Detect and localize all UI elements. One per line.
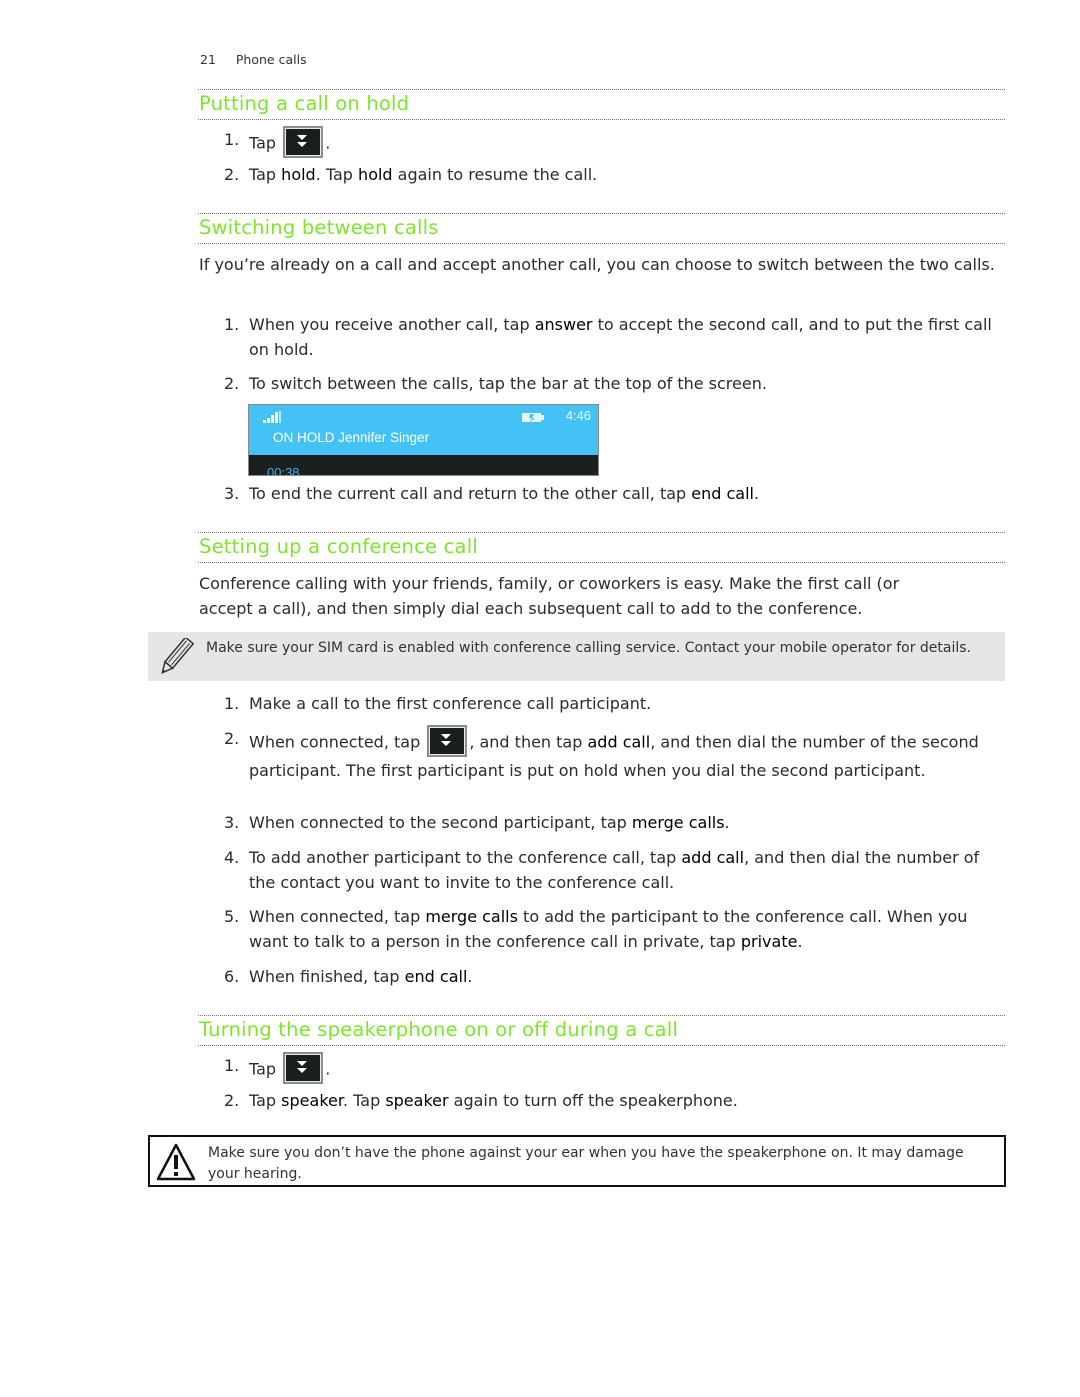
expand-menu-icon [427, 725, 468, 757]
keyword: merge calls [425, 907, 518, 926]
note-text: Make sure your SIM card is enabled with … [206, 640, 971, 656]
section-title-conference: Setting up a conference call [199, 535, 478, 558]
signal-strength-icon [263, 411, 281, 423]
divider [198, 89, 1005, 90]
warning-text: Make sure you don’t have the phone again… [208, 1145, 964, 1182]
list-item: 2. Tap speaker. Tap speaker again to tur… [224, 1091, 738, 1110]
list-item: 5. When connected, tap merge calls to ad… [224, 907, 968, 951]
list-item: 3. When connected to the second particip… [224, 813, 730, 832]
keyword: merge calls [631, 813, 725, 832]
list-item: 6. When finished, tap end call. [224, 967, 473, 986]
section-title-speaker: Turning the speakerphone on or off durin… [199, 1018, 679, 1041]
expand-menu-icon [283, 1052, 324, 1084]
page-number: 21 [200, 52, 216, 67]
pencil-icon [161, 638, 195, 674]
paragraph: Conference calling with your friends, fa… [199, 574, 900, 618]
warning-box: Make sure you don’t have the phone again… [148, 1135, 1006, 1187]
divider [198, 1045, 1005, 1046]
keyword: speaker [281, 1091, 343, 1110]
divider [198, 532, 1005, 533]
keyword: answer [534, 315, 593, 334]
keyword: speaker [385, 1091, 449, 1110]
clock-time: 4:46 [565, 408, 591, 423]
battery-charging-icon [522, 413, 544, 422]
list-item: 4. To add another participant to the con… [224, 848, 980, 892]
keyword: end call [404, 967, 468, 986]
chapter-title: Phone calls [235, 52, 307, 67]
page-header: 21 Phone calls [200, 52, 307, 67]
keyword: hold [281, 165, 316, 184]
divider [198, 119, 1005, 120]
divider [198, 243, 1005, 244]
divider [198, 562, 1005, 563]
list-item: 1. Tap . [224, 1052, 1004, 1086]
keyword: end call [691, 484, 754, 503]
expand-menu-icon [283, 126, 324, 158]
list-item: 1. Tap . [224, 126, 1004, 160]
call-timer: 00:38 [267, 465, 300, 476]
section-title-switching: Switching between calls [199, 216, 439, 239]
list-item: 3. To end the current call and return to… [224, 484, 760, 503]
list-item: 1. Make a call to the first conference c… [224, 694, 652, 713]
list-item: 1. When you receive another call, tap an… [224, 315, 992, 359]
list-item: 2. Tap hold. Tap hold again to resume th… [224, 165, 598, 184]
note-box: Make sure your SIM card is enabled with … [148, 632, 1005, 681]
keyword: private [740, 931, 798, 951]
phone-status-bar-screenshot: 4:46 ON HOLD Jennifer Singer 00:38 [248, 404, 599, 476]
keyword: add call [587, 732, 651, 752]
keyword: add call [681, 848, 745, 867]
list-item: 2. When connected, tap , and then tap ad… [224, 725, 1004, 784]
divider [198, 213, 1005, 214]
paragraph: If you’re already on a call and accept a… [199, 255, 995, 274]
section-title-hold: Putting a call on hold [199, 92, 410, 115]
on-hold-label: ON HOLD Jennifer Singer [273, 430, 430, 445]
divider [198, 1015, 1005, 1016]
warning-icon [156, 1143, 196, 1181]
keyword: hold [358, 165, 393, 184]
list-item: 2. To switch between the calls, tap the … [224, 374, 767, 393]
